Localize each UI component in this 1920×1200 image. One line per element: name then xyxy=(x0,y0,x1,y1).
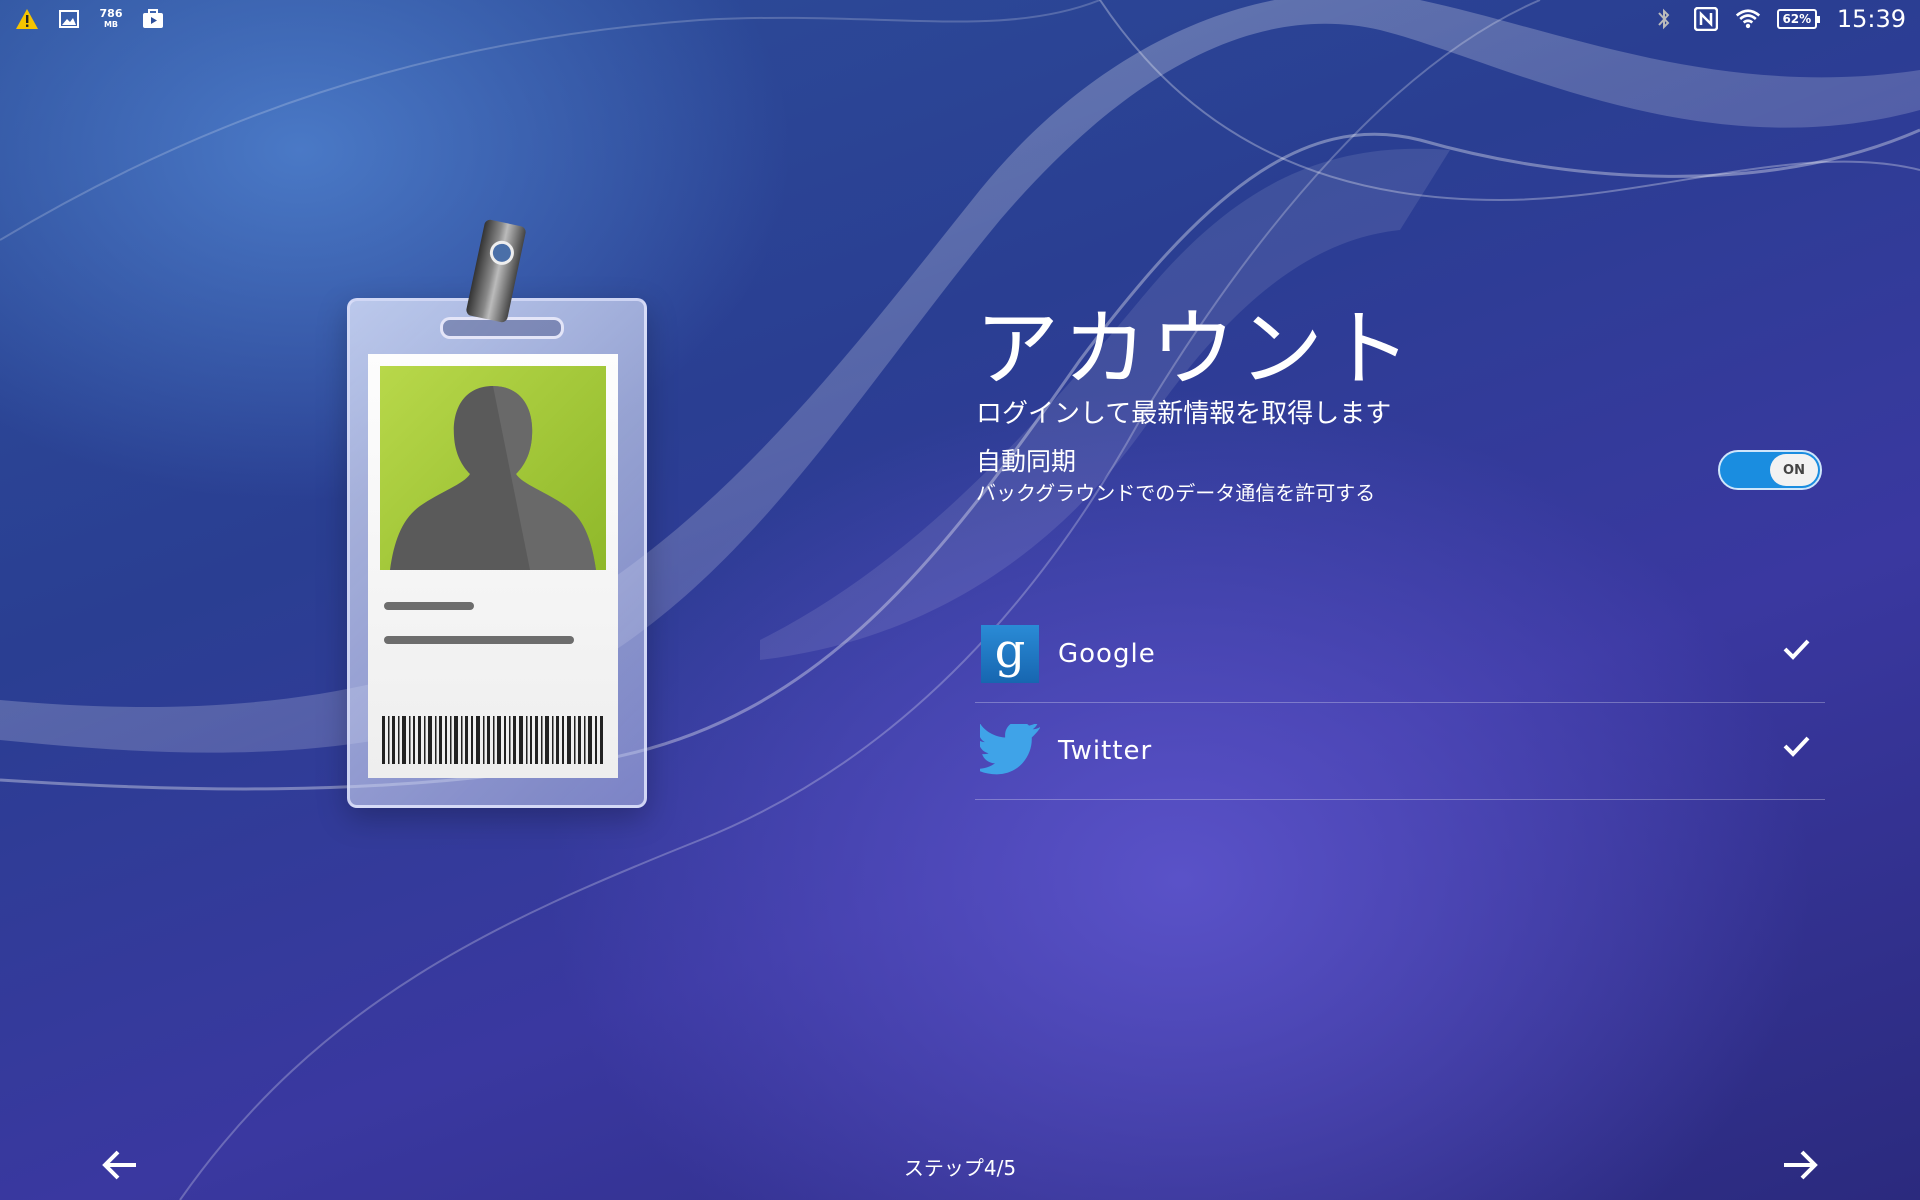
memory-value: 786 xyxy=(99,6,123,20)
memory-unit: MB xyxy=(103,19,119,29)
person-silhouette-icon xyxy=(380,366,606,570)
google-icon: g xyxy=(980,624,1040,684)
barcode-icon xyxy=(382,716,603,764)
memory-indicator[interactable]: 786 MB xyxy=(98,6,124,32)
account-name: Google xyxy=(1058,639,1156,669)
account-name: Twitter xyxy=(1058,736,1153,766)
check-icon xyxy=(1783,639,1810,660)
background-wave xyxy=(0,0,1920,1200)
step-indicator: ステップ4/5 xyxy=(903,1156,1017,1180)
redacted-name xyxy=(384,602,474,610)
system-icons: 62% 15:39 xyxy=(1651,5,1906,33)
clip-hole xyxy=(487,238,517,268)
auto-sync-title: 自動同期 xyxy=(976,447,1077,476)
page-title: アカウント xyxy=(975,300,1416,398)
check-icon xyxy=(1783,736,1810,757)
twitter-icon xyxy=(980,721,1040,781)
page-subtitle: ログインして最新情報を取得します xyxy=(976,399,1392,429)
auto-sync-toggle[interactable]: ON xyxy=(1718,450,1822,490)
notification-icons: 786 MB xyxy=(14,6,166,32)
wifi-icon xyxy=(1735,6,1761,32)
badge-card xyxy=(368,354,618,778)
account-row-google[interactable]: g Google xyxy=(975,606,1825,703)
status-bar: 786 MB 62% 15:39 xyxy=(0,0,1920,38)
account-list: g Google Twitter xyxy=(975,606,1825,800)
arrow-right-icon[interactable] xyxy=(1780,1148,1820,1182)
account-badge-illustration xyxy=(345,218,647,808)
google-glyph: g xyxy=(981,625,1039,683)
battery-icon: 62% xyxy=(1776,9,1820,29)
clock: 15:39 xyxy=(1836,5,1906,33)
warning-icon[interactable] xyxy=(14,6,40,32)
nfc-icon xyxy=(1693,6,1719,32)
auto-sync-description: バックグラウンドでのデータ通信を許可する xyxy=(976,481,1376,505)
media-icon[interactable] xyxy=(140,6,166,32)
bluetooth-icon xyxy=(1651,6,1677,32)
toggle-knob: ON xyxy=(1770,454,1818,486)
image-icon[interactable] xyxy=(56,6,82,32)
account-row-twitter[interactable]: Twitter xyxy=(975,703,1825,800)
redacted-detail xyxy=(384,636,574,644)
